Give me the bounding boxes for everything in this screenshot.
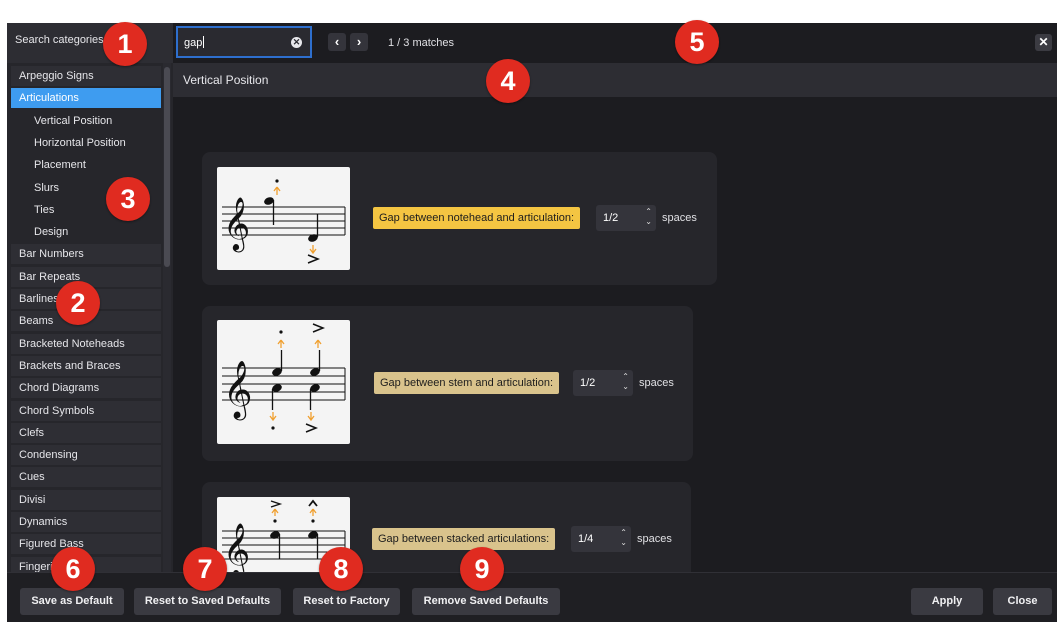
sidebar-item-chord-diagrams[interactable]: Chord Diagrams	[11, 378, 161, 399]
spinner-value: 1/4	[578, 533, 594, 545]
spinner-arrows-icon[interactable]: ⌃ ⌄	[622, 372, 629, 392]
reset-to-saved-defaults-button[interactable]: Reset to Saved Defaults	[134, 588, 281, 615]
callout-4: 4	[486, 59, 530, 103]
previous-match-button[interactable]: ‹	[328, 33, 346, 51]
sidebar-item-vertical-position[interactable]: Vertical Position	[11, 111, 161, 131]
sidebar-item-articulations[interactable]: Articulations	[11, 88, 161, 109]
match-count: 1 / 3 matches	[388, 37, 455, 49]
apply-button[interactable]: Apply	[911, 588, 983, 615]
svg-text:𝄞: 𝄞	[223, 522, 250, 572]
close-button[interactable]: Close	[993, 588, 1052, 615]
gap-notehead-articulation-spinner[interactable]: 1/2 ⌃ ⌄	[596, 205, 656, 231]
options-panel: Vertical Position 𝄞 Gap between notehead…	[173, 63, 1057, 572]
sidebar-item-arpeggio-signs[interactable]: Arpeggio Signs	[11, 66, 161, 86]
callout-7: 7	[183, 547, 227, 591]
units-label: spaces	[637, 533, 672, 545]
sidebar-item-placement[interactable]: Placement	[11, 155, 161, 175]
sidebar-item-chord-symbols[interactable]: Chord Symbols	[11, 400, 161, 421]
spinner-arrows-icon[interactable]: ⌃ ⌄	[620, 528, 627, 548]
gap-stem-articulation-label: Gap between stem and articulation:	[374, 372, 560, 394]
options-search-field[interactable]: gap ✕	[176, 26, 312, 58]
callout-1: 1	[103, 22, 147, 66]
spinner-value: 1/2	[603, 212, 619, 224]
gap-stacked-articulations-spinner[interactable]: 1/4 ⌃ ⌄	[571, 526, 631, 552]
svg-text:𝄞: 𝄞	[223, 360, 253, 421]
option-card: 𝄞 Gap between stacked articulations: 1/4…	[202, 482, 691, 572]
engraving-options-dialog: Search categories gap ✕ ‹ › 1 / 3 matche…	[7, 23, 1057, 622]
search-toolbar: gap ✕ ‹ › 1 / 3 matches ✕	[173, 23, 1057, 63]
next-match-button[interactable]: ›	[350, 33, 368, 51]
units-label: spaces	[662, 212, 697, 224]
clear-search-icon[interactable]: ✕	[291, 37, 302, 48]
save-as-default-button[interactable]: Save as Default	[20, 588, 124, 615]
gap-notehead-articulation-label: Gap between notehead and articulation:	[373, 207, 581, 229]
options-search-value: gap	[184, 37, 203, 49]
option-card: 𝄞 Gap between stem and articulation: 1/2…	[202, 306, 693, 461]
callout-6: 6	[51, 547, 95, 591]
option-card: 𝄞 Gap between notehead and articulation:…	[202, 152, 717, 285]
notation-example-image: 𝄞	[217, 167, 350, 270]
sidebar-item-cues[interactable]: Cues	[11, 467, 161, 488]
sidebar-item-clefs[interactable]: Clefs	[11, 422, 161, 443]
spinner-arrows-icon[interactable]: ⌃ ⌄	[645, 207, 652, 227]
text-caret	[203, 36, 205, 48]
sidebar-scrollbar[interactable]	[163, 63, 171, 572]
gap-stem-articulation-spinner[interactable]: 1/2 ⌃ ⌄	[573, 370, 633, 396]
callout-3: 3	[106, 177, 150, 221]
sidebar-item-bar-numbers[interactable]: Bar Numbers	[11, 244, 161, 265]
sidebar-item-brackets-and-braces[interactable]: Brackets and Braces	[11, 355, 161, 376]
sidebar-item-horizontal-position[interactable]: Horizontal Position	[11, 133, 161, 153]
units-label: spaces	[639, 377, 674, 389]
section-header: Vertical Position	[173, 63, 1057, 97]
close-search-icon[interactable]: ✕	[1035, 34, 1052, 51]
callout-5: 5	[675, 20, 719, 64]
callout-2: 2	[56, 281, 100, 325]
callout-8: 8	[319, 547, 363, 591]
sidebar-item-divisi[interactable]: Divisi	[11, 489, 161, 510]
sidebar-item-bracketed-noteheads[interactable]: Bracketed Noteheads	[11, 333, 161, 354]
reset-to-factory-button[interactable]: Reset to Factory	[293, 588, 400, 615]
svg-text:𝄞: 𝄞	[223, 196, 250, 252]
dialog-button-bar: Save as Default Reset to Saved Defaults …	[7, 572, 1057, 622]
sidebar-item-dynamics[interactable]: Dynamics	[11, 512, 161, 532]
callout-9: 9	[460, 547, 504, 591]
spinner-value: 1/2	[580, 377, 596, 389]
category-search-input[interactable]: Search categories	[7, 23, 173, 63]
gap-stacked-articulations-label: Gap between stacked articulations:	[372, 528, 556, 550]
remove-saved-defaults-button[interactable]: Remove Saved Defaults	[412, 588, 560, 615]
notation-example-image: 𝄞	[217, 320, 350, 444]
sidebar-item-design[interactable]: Design	[11, 222, 161, 242]
scrollbar-thumb[interactable]	[164, 67, 170, 267]
sidebar-item-condensing[interactable]: Condensing	[11, 445, 161, 466]
